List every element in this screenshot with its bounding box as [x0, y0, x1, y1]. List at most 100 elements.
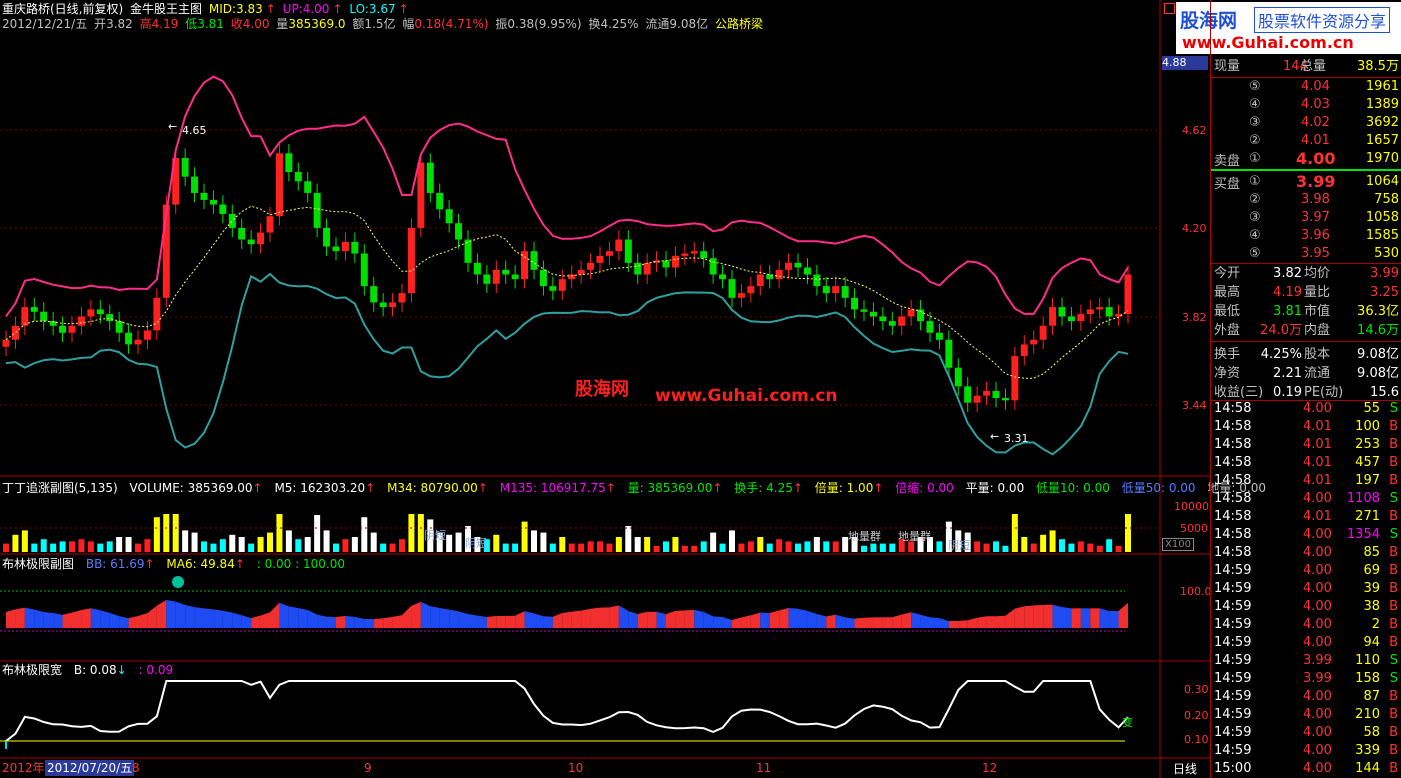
- tick-side: S: [1389, 671, 1398, 686]
- volume-bar: [446, 534, 453, 552]
- tick-row[interactable]: 15:00 4.00 144 B: [1211, 760, 1401, 778]
- tick-row[interactable]: 14:58 4.01 253 B: [1211, 436, 1401, 454]
- tick-row[interactable]: 14:59 4.00 39 B: [1211, 580, 1401, 598]
- chart-area[interactable]: 重庆路桥(日线,前复权) 金牛股王主图 MID:3.83 ↑ UP:4.00 ↑ L…: [0, 0, 1266, 778]
- stat-row: 今开 3.82 均价 3.99: [1211, 265, 1401, 283]
- date-axis[interactable]: 2012年 2012/07/20/五 8 9 10 11 12: [0, 759, 1160, 778]
- boll-tick: 100.0: [1180, 585, 1212, 598]
- buy-row[interactable]: ① 3.99 1064: [1211, 173, 1401, 191]
- tick-row[interactable]: 14:58 4.00 85 B: [1211, 544, 1401, 562]
- candle-body: [275, 153, 283, 217]
- tick-price: 4.01: [1303, 419, 1332, 434]
- tick-time: 14:58: [1214, 401, 1252, 416]
- candle-body: [643, 262, 651, 275]
- candle-body: [1067, 316, 1075, 322]
- sell-volume: 1389: [1365, 97, 1399, 112]
- boll-bb: BB: 61.69: [85, 557, 145, 571]
- tick-row[interactable]: 14:59 4.00 210 B: [1211, 706, 1401, 724]
- tick-row[interactable]: 14:58 4.01 271 B: [1211, 508, 1401, 526]
- boll-area-segment: [816, 614, 827, 628]
- volume-bar: [333, 543, 339, 552]
- boll-area-segment: [675, 610, 685, 628]
- boll-area-segment: [326, 616, 336, 628]
- candle-body: [21, 307, 29, 326]
- tick-side: B: [1389, 725, 1398, 740]
- width-pane-name: 布林极限宽: [2, 663, 63, 677]
- tick-row[interactable]: 14:59 4.00 94 B: [1211, 634, 1401, 652]
- boll-area-segment: [958, 620, 968, 628]
- tick-row[interactable]: 14:58 4.01 457 B: [1211, 454, 1401, 472]
- sell-row[interactable]: ④ 4.03 1389: [1211, 96, 1401, 114]
- period-label[interactable]: 日线: [1173, 760, 1197, 777]
- boll-area-segment: [581, 608, 591, 628]
- arrow-up-icon: ↑: [605, 481, 616, 495]
- volume-bar: [229, 534, 236, 552]
- tick-price: 4.01: [1303, 437, 1332, 452]
- tick-time: 14:58: [1214, 527, 1252, 542]
- lower-band-line: [5, 272, 1129, 456]
- buy-price: 3.98: [1301, 192, 1330, 207]
- volume-bar: [672, 537, 679, 552]
- boll-pane-title: 布林极限副图 BB: 61.69↑ MA6: 49.84↑ : 0.00 : 1…: [2, 557, 353, 571]
- tick-row[interactable]: 14:58 4.01 100 B: [1211, 418, 1401, 436]
- tick-row[interactable]: 14:58 4.00 1354 S: [1211, 526, 1401, 544]
- sell-row[interactable]: ③ 4.02 3692: [1211, 114, 1401, 132]
- bands-group: [5, 75, 1129, 456]
- tick-row[interactable]: 14:59 4.00 58 B: [1211, 724, 1401, 742]
- boll-area-segment: [24, 607, 35, 628]
- boll-area-segment: [279, 602, 289, 628]
- tick-time: 14:58: [1214, 491, 1252, 506]
- sell-row[interactable]: ② 4.01 1657: [1211, 132, 1401, 150]
- boll-area-segment: [298, 608, 308, 628]
- volume-bar: [69, 541, 75, 552]
- width-pane-group: [0, 680, 1129, 749]
- tick-row[interactable]: 14:59 3.99 158 S: [1211, 670, 1401, 688]
- candle-body: [332, 246, 340, 252]
- tick-time: 14:59: [1214, 599, 1252, 614]
- buy-row[interactable]: ⑤ 3.95 530: [1211, 245, 1401, 263]
- boll-area-segment: [807, 610, 817, 628]
- candle-body: [473, 262, 481, 275]
- boll-area-segment: [166, 599, 176, 628]
- tick-row[interactable]: 14:59 3.99 110 S: [1211, 652, 1401, 670]
- stat-value: 3.82: [1273, 266, 1302, 281]
- sell-level: ④: [1249, 97, 1261, 112]
- candle-body: [40, 311, 48, 322]
- volume-bar: [795, 543, 801, 552]
- tick-row[interactable]: 14:58 4.00 1108 S: [1211, 490, 1401, 508]
- buy-volume: 1058: [1365, 210, 1399, 225]
- boll-area-segment: [354, 616, 365, 628]
- candle-body: [360, 253, 368, 287]
- tick-row[interactable]: 14:59 4.00 87 B: [1211, 688, 1401, 706]
- volume-bars-group: [0, 514, 1160, 552]
- tick-row[interactable]: 14:59 4.00 2 B: [1211, 616, 1401, 634]
- tick-row[interactable]: 14:59 4.00 339 B: [1211, 742, 1401, 760]
- candle-body: [426, 162, 434, 193]
- tick-volume: 2: [1371, 617, 1380, 632]
- boll-area-segment: [760, 612, 770, 628]
- tick-volume: 55: [1363, 401, 1380, 416]
- tick-row[interactable]: 14:58 4.01 197 B: [1211, 472, 1401, 490]
- boll-area-segment: [72, 609, 82, 628]
- tick-row[interactable]: 14:59 4.00 69 B: [1211, 562, 1401, 580]
- boll-area-segment: [600, 607, 610, 628]
- buy-row[interactable]: ③ 3.97 1058: [1211, 209, 1401, 227]
- buy-level: ③: [1249, 210, 1261, 225]
- boll-area-segment: [684, 609, 695, 628]
- buy-row[interactable]: ④ 3.96 1585: [1211, 227, 1401, 245]
- volume-bar: [644, 537, 651, 552]
- volume-bar: [578, 543, 585, 552]
- vol-m5: M5: 162303.20: [274, 481, 366, 495]
- tick-row[interactable]: 14:58 4.00 55 S: [1211, 400, 1401, 418]
- tick-price: 4.00: [1303, 491, 1332, 506]
- sell-row[interactable]: ⑤ 4.04 1961: [1211, 78, 1401, 96]
- volume-bar: [182, 530, 189, 552]
- tick-time: 14:59: [1214, 725, 1252, 740]
- stat-value: 4.19: [1273, 285, 1302, 300]
- volume-bar: [615, 537, 622, 552]
- buy-row[interactable]: ② 3.98 758: [1211, 191, 1401, 209]
- tick-side: B: [1389, 707, 1398, 722]
- volume-bar: [710, 532, 717, 552]
- tick-row[interactable]: 14:59 4.00 38 B: [1211, 598, 1401, 616]
- candle-body: [1086, 309, 1094, 315]
